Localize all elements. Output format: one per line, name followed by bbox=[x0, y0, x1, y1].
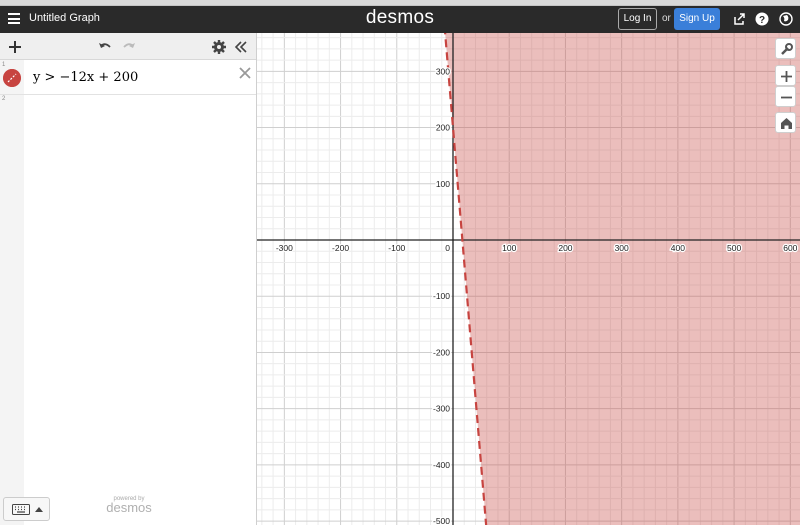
keyboard-toggle[interactable] bbox=[3, 497, 50, 521]
inequality-shaded-region bbox=[445, 33, 800, 525]
y-tick-label: -100 bbox=[433, 291, 450, 301]
x-tick-label: -200 bbox=[332, 243, 349, 253]
share-icon[interactable] bbox=[732, 12, 746, 26]
caret-up-icon bbox=[35, 507, 43, 512]
settings-gear-icon[interactable] bbox=[211, 39, 227, 55]
expression-row[interactable]: 1 y > −12x + 200 bbox=[0, 61, 256, 95]
expression-math[interactable]: y > −12x + 200 bbox=[33, 70, 138, 85]
expression-color-icon[interactable] bbox=[3, 69, 21, 87]
zoom-out-button[interactable] bbox=[775, 86, 796, 107]
y-tick-label: -200 bbox=[433, 347, 450, 357]
collapse-panel-icon[interactable] bbox=[233, 39, 249, 55]
x-tick-label: -300 bbox=[276, 243, 293, 253]
y-tick-label: 300 bbox=[436, 66, 450, 76]
y-tick-label: -500 bbox=[433, 516, 450, 525]
plus-icon bbox=[781, 71, 792, 82]
y-tick-label: 100 bbox=[436, 179, 450, 189]
x-tick-label: 100 bbox=[502, 243, 516, 253]
delete-expression-icon[interactable] bbox=[238, 66, 252, 80]
x-tick-label: 300 bbox=[615, 243, 629, 253]
y-tick-label: 200 bbox=[436, 123, 450, 133]
top-bar: Untitled Graph desmos Log In or Sign Up … bbox=[0, 6, 800, 33]
y-tick-label: -300 bbox=[433, 404, 450, 414]
powered-by-logo: powered by desmos bbox=[106, 496, 152, 515]
expression-index: 2 bbox=[2, 96, 6, 102]
globe-icon[interactable] bbox=[779, 12, 793, 26]
expression-toolbar bbox=[0, 33, 256, 60]
x-tick-label: 0 bbox=[445, 243, 450, 253]
x-tick-label: -100 bbox=[388, 243, 405, 253]
home-view-button[interactable] bbox=[775, 112, 796, 133]
x-tick-label: 500 bbox=[727, 243, 741, 253]
x-tick-label: 600 bbox=[783, 243, 797, 253]
signup-button[interactable]: Sign Up bbox=[674, 8, 720, 30]
expression-panel: 1 y > −12x + 200 2 powered by desmos bbox=[0, 33, 257, 525]
x-tick-label: 400 bbox=[671, 243, 685, 253]
expression-index: 1 bbox=[2, 62, 6, 68]
help-icon[interactable]: ? bbox=[755, 12, 769, 26]
or-label: or bbox=[662, 13, 671, 24]
y-tick-label: -400 bbox=[433, 460, 450, 470]
add-expression-icon[interactable] bbox=[7, 39, 23, 55]
redo-icon[interactable] bbox=[121, 39, 137, 55]
minus-icon bbox=[781, 96, 792, 99]
home-icon bbox=[781, 118, 792, 129]
zoom-in-button[interactable] bbox=[775, 65, 796, 86]
wrench-icon bbox=[781, 43, 793, 55]
keyboard-icon bbox=[12, 504, 30, 515]
undo-icon[interactable] bbox=[97, 39, 113, 55]
x-tick-label: 200 bbox=[558, 243, 572, 253]
svg-text:?: ? bbox=[759, 15, 765, 26]
graph-paper[interactable]: -300 -200 -100 0 100 200 300 400 500 600 300 200 100… bbox=[257, 33, 800, 525]
expression-gutter bbox=[0, 60, 24, 525]
graph-settings-button[interactable] bbox=[775, 38, 796, 59]
expression-row-empty[interactable]: 2 bbox=[0, 95, 24, 125]
login-button[interactable]: Log In bbox=[618, 8, 657, 30]
